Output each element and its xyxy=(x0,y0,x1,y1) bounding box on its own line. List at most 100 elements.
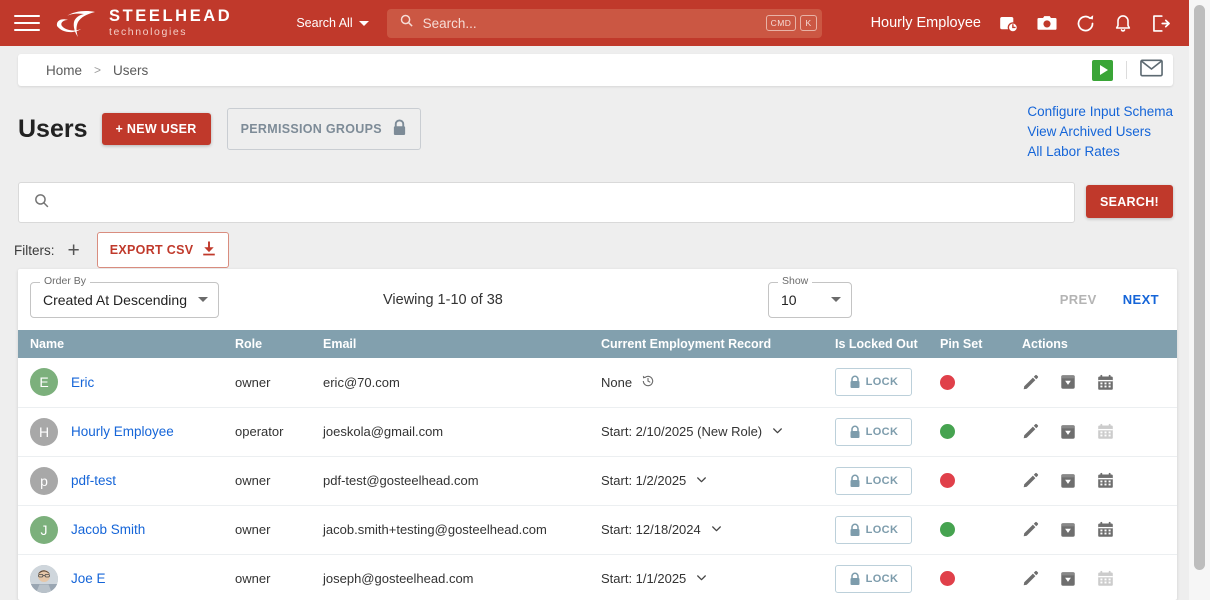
user-name-link[interactable]: Jacob Smith xyxy=(71,522,145,537)
user-name-link[interactable]: pdf-test xyxy=(71,473,116,488)
next-page-button[interactable]: NEXT xyxy=(1123,292,1159,307)
lock-button[interactable]: LOCK xyxy=(835,417,912,446)
header-actions: Hourly Employee xyxy=(871,12,1177,34)
cell-is-locked-out: LOCK xyxy=(823,505,928,555)
mail-icon[interactable] xyxy=(1140,59,1163,82)
cell-is-locked-out: LOCK xyxy=(823,358,928,408)
brand-logo[interactable]: STEELHEAD technologies xyxy=(54,7,232,39)
edit-icon[interactable] xyxy=(1022,472,1039,489)
chevron-down-icon[interactable] xyxy=(771,424,784,440)
cell-role: owner xyxy=(223,505,311,555)
calendar-icon[interactable] xyxy=(1097,374,1114,391)
search-button[interactable]: SEARCH! xyxy=(1085,185,1173,218)
column-header-actions[interactable]: Actions xyxy=(1010,330,1177,358)
cell-name: p pdf-test xyxy=(18,456,223,506)
edit-icon[interactable] xyxy=(1022,570,1039,587)
chevron-down-icon[interactable] xyxy=(695,473,708,489)
cell-role: operator xyxy=(223,407,311,457)
edit-icon[interactable] xyxy=(1022,423,1039,440)
cell-employment-record: Start: 2/10/2025 (New Role) xyxy=(589,407,823,457)
user-name-link[interactable]: Hourly Employee xyxy=(71,424,174,439)
table-row[interactable]: H Hourly Employee operator joeskola@gmail.c… xyxy=(18,407,1177,457)
search-scope-dropdown[interactable]: Search All xyxy=(296,16,369,30)
order-by-select[interactable]: Order By Created At Descending xyxy=(30,274,219,318)
bell-icon[interactable] xyxy=(1113,13,1133,33)
cell-role: owner xyxy=(223,456,311,506)
play-icon[interactable] xyxy=(1092,59,1113,81)
filters-row: Filters: + EXPORT CSV xyxy=(14,232,230,268)
quick-links: Configure Input Schema View Archived Use… xyxy=(1027,102,1173,162)
archive-icon[interactable] xyxy=(1060,522,1076,538)
archive-icon[interactable] xyxy=(1060,571,1076,587)
cell-is-locked-out: LOCK xyxy=(823,407,928,457)
breadcrumb-home[interactable]: Home xyxy=(46,63,82,78)
column-header-pin-set[interactable]: Pin Set xyxy=(928,330,1010,358)
pin-set-status-dot xyxy=(940,571,955,586)
user-name-link[interactable]: Joe E xyxy=(71,571,106,586)
table-row[interactable]: p pdf-test owner pdf-test@gosteelhead.com St… xyxy=(18,456,1177,506)
cell-actions xyxy=(1010,407,1177,457)
lock-button[interactable]: LOCK xyxy=(835,515,912,544)
cell-actions xyxy=(1010,456,1177,506)
column-header-role[interactable]: Role xyxy=(223,330,311,358)
lock-button-label: LOCK xyxy=(865,376,899,389)
breadcrumb-actions xyxy=(1092,59,1163,82)
chevron-down-icon[interactable] xyxy=(695,571,708,587)
lock-button[interactable]: LOCK xyxy=(835,368,912,397)
avatar: E xyxy=(30,368,58,397)
link-view-archived-users[interactable]: View Archived Users xyxy=(1027,122,1173,142)
brand-subtitle: technologies xyxy=(109,25,188,38)
column-header-email[interactable]: Email xyxy=(311,330,589,358)
permission-groups-button[interactable]: PERMISSION GROUPS xyxy=(226,108,421,150)
menu-icon[interactable] xyxy=(14,10,40,36)
logout-icon[interactable] xyxy=(1150,13,1171,34)
history-icon[interactable] xyxy=(641,374,655,391)
calendar-icon[interactable] xyxy=(1097,521,1114,538)
lock-button[interactable]: LOCK xyxy=(835,564,912,593)
divider xyxy=(1126,61,1127,79)
column-header-current-employment-record[interactable]: Current Employment Record xyxy=(589,330,823,358)
employment-record-text: Start: 1/1/2025 xyxy=(601,571,687,586)
scrollbar-thumb[interactable] xyxy=(1194,5,1205,570)
new-user-button[interactable]: + NEW USER xyxy=(101,113,211,145)
archive-icon[interactable] xyxy=(1060,473,1076,489)
show-count-select[interactable]: Show 10 xyxy=(768,274,852,318)
users-table-card: Order By Created At Descending Viewing 1… xyxy=(18,269,1177,600)
refresh-icon[interactable] xyxy=(1075,13,1096,34)
chevron-right-icon: > xyxy=(94,63,102,77)
chevron-down-icon[interactable] xyxy=(710,522,723,538)
cell-is-locked-out: LOCK xyxy=(823,554,928,600)
breadcrumb-users[interactable]: Users xyxy=(113,63,148,78)
user-name-link[interactable]: Eric xyxy=(71,375,94,390)
cell-employment-record: Start: 1/2/2025 xyxy=(589,456,823,506)
link-configure-input-schema[interactable]: Configure Input Schema xyxy=(1027,102,1173,122)
calendar-icon xyxy=(1097,570,1114,587)
export-csv-button[interactable]: EXPORT CSV xyxy=(96,232,230,268)
table-row[interactable]: E Eric owner eric@70.com None LOCK xyxy=(18,358,1177,408)
calendar-clock-icon[interactable] xyxy=(998,13,1019,34)
page-scrollbar[interactable] xyxy=(1189,0,1210,600)
edit-icon[interactable] xyxy=(1022,374,1039,391)
archive-icon[interactable] xyxy=(1060,424,1076,440)
pin-set-status-dot xyxy=(940,473,955,488)
cell-is-locked-out: LOCK xyxy=(823,456,928,506)
employment-record-text: Start: 12/18/2024 xyxy=(601,522,701,537)
column-header-is-locked-out[interactable]: Is Locked Out xyxy=(823,330,928,358)
table-row[interactable]: Joe E owner joseph@gosteelhead.com Start: 1… xyxy=(18,554,1177,600)
global-search-input[interactable]: Search... CMD K xyxy=(386,8,822,38)
prev-page-button[interactable]: PREV xyxy=(1060,292,1097,307)
permission-groups-label: PERMISSION GROUPS xyxy=(240,122,382,136)
lock-button[interactable]: LOCK xyxy=(835,466,912,495)
camera-icon[interactable] xyxy=(1036,12,1058,34)
edit-icon[interactable] xyxy=(1022,521,1039,538)
archive-icon[interactable] xyxy=(1060,374,1076,390)
link-all-labor-rates[interactable]: All Labor Rates xyxy=(1027,142,1173,162)
page-title-row: Users + NEW USER PERMISSION GROUPS Confi… xyxy=(18,104,1173,159)
table-row[interactable]: J Jacob Smith owner jacob.smith+testing@gos… xyxy=(18,505,1177,555)
column-header-name[interactable]: Name xyxy=(18,330,223,358)
add-filter-icon[interactable]: + xyxy=(63,240,85,261)
app-header: STEELHEAD technologies Search All Search… xyxy=(0,0,1189,46)
users-search-input[interactable] xyxy=(18,182,1075,223)
calendar-icon[interactable] xyxy=(1097,472,1114,489)
breadcrumb: Home > Users xyxy=(18,54,1173,86)
